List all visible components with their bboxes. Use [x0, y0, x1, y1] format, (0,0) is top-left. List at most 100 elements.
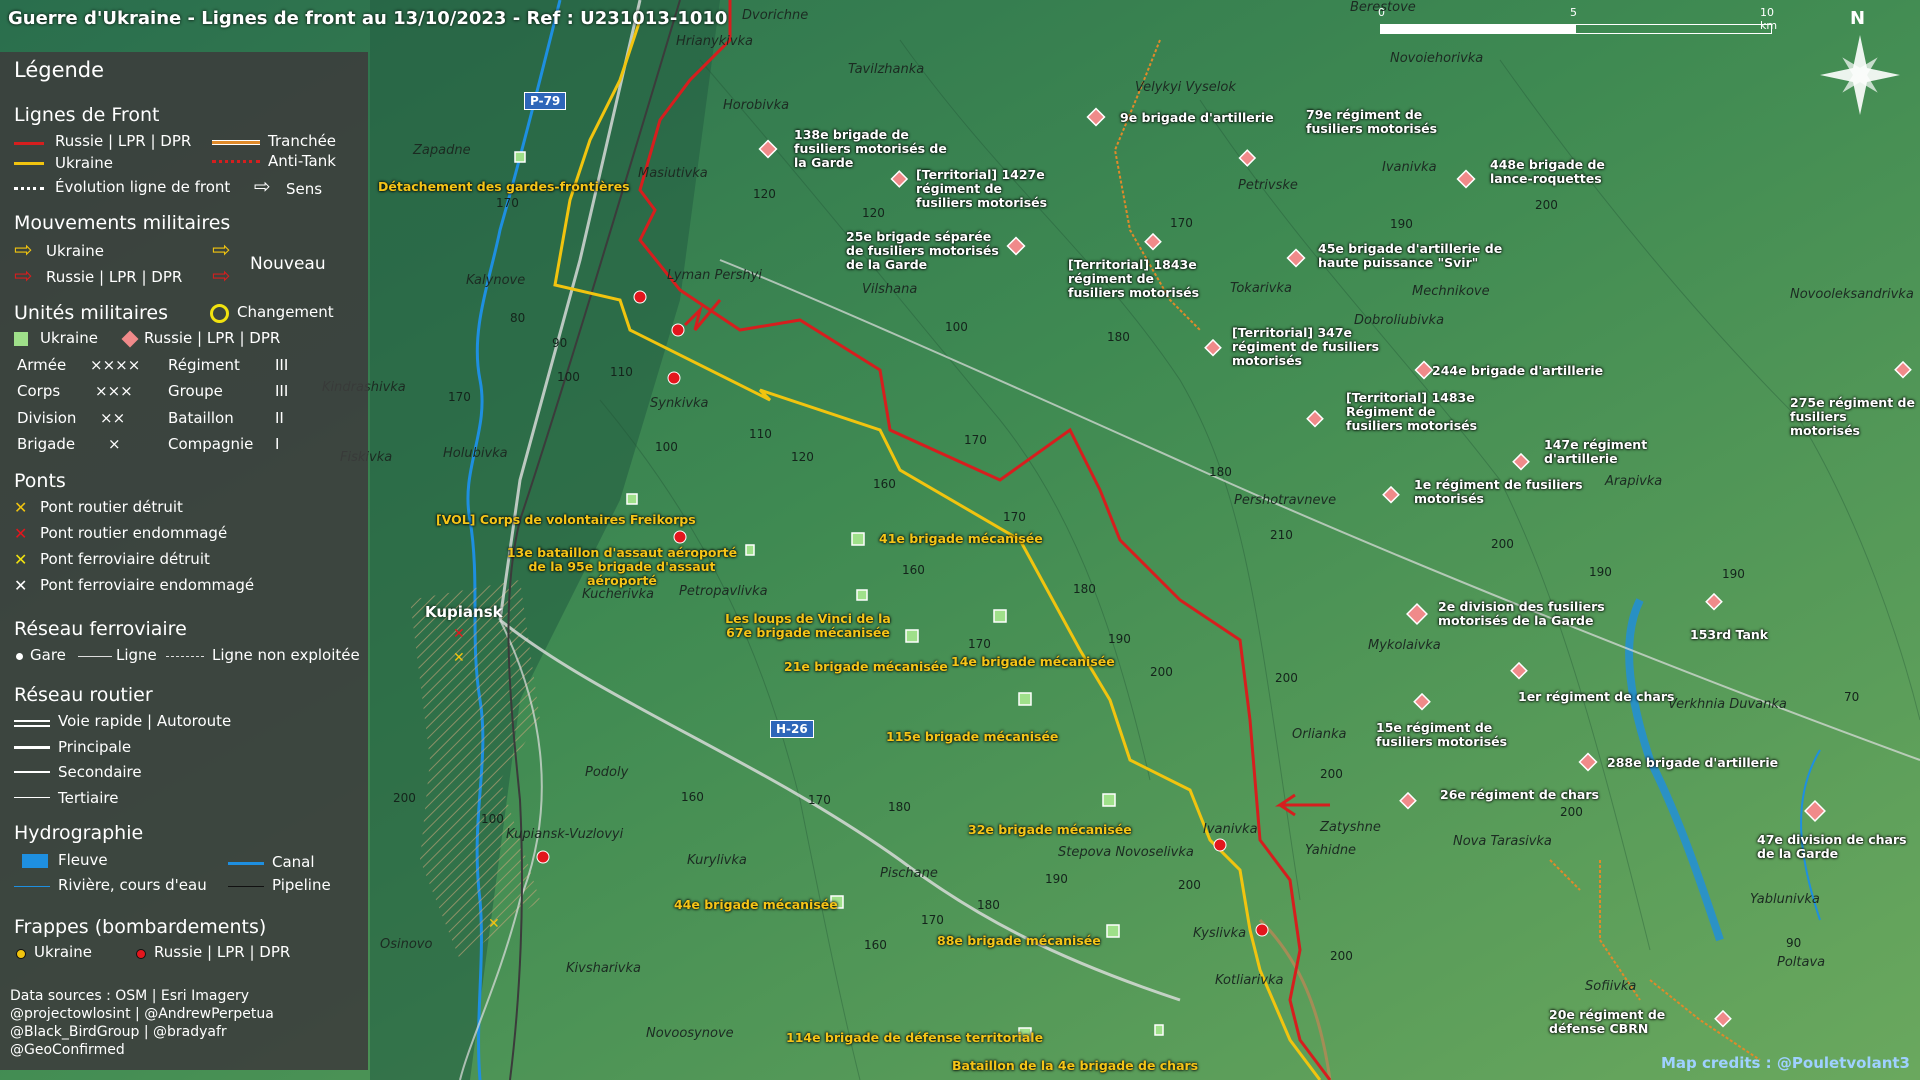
- legend-evolution-line-icon: [14, 187, 44, 190]
- unit-label-russia: 25e brigade séparée de fusiliers motoris…: [846, 229, 999, 272]
- unit-label-russia: 2e division des fusiliers motorisés de l…: [1438, 599, 1605, 628]
- russia-unit-diamond-icon: [121, 330, 139, 348]
- echelon-symbol: III: [275, 356, 289, 374]
- contour-label: 200: [1330, 949, 1353, 963]
- place-name: Kupiansk-Vuzlovyi: [506, 827, 624, 842]
- place-name: Osinovo: [380, 937, 433, 952]
- new-russia-arrow-icon: ⇨: [212, 264, 231, 289]
- contour-label: 90: [1786, 936, 1802, 950]
- legend-units-change: Changement: [237, 303, 334, 321]
- contour-label: 110: [749, 427, 772, 441]
- contour-label: 190: [1045, 872, 1068, 886]
- unit-label-ukraine: 41e brigade mécanisée: [879, 531, 1043, 546]
- contour-label: 160: [873, 477, 896, 491]
- unit-label-ukraine: 14e brigade mécanisée: [951, 654, 1115, 669]
- legend-russia-line-icon: [14, 142, 44, 145]
- place-name: Tokarivka: [1230, 281, 1292, 296]
- unit-label-ukraine: [VOL] Corps de volontaires Freikorps: [436, 512, 696, 527]
- contour-label: 200: [1320, 767, 1343, 781]
- place-name: Horobivka: [723, 98, 790, 113]
- legend-units-heading: Unités militaires: [14, 302, 169, 324]
- unit-label-russia: 138e brigade de fusiliers motorisés de l…: [794, 127, 947, 170]
- place-name: Ivanivka: [1382, 160, 1437, 175]
- legend-front-heading: Lignes de Front: [14, 104, 160, 126]
- legend-bridge-item: Pont routier détruit: [40, 498, 183, 516]
- echelon-symbol: ×××: [95, 382, 133, 400]
- place-name: Orlianka: [1292, 727, 1347, 742]
- contour-label: 120: [791, 450, 814, 464]
- contour-label: 180: [977, 898, 1000, 912]
- legend-bridge-item: Pont ferroviaire endommagé: [40, 576, 255, 594]
- legend-strikes-russia: Russie | LPR | DPR: [154, 943, 291, 961]
- legend-road-item: Principale: [58, 738, 132, 756]
- legend-hydro-pipeline: Pipeline: [272, 876, 331, 894]
- contour-label: 190: [1589, 565, 1612, 579]
- legend-hydro-canal: Canal: [272, 853, 315, 871]
- change-circle-icon: [210, 304, 229, 323]
- place-name: Verkhnia Duvanka: [1668, 697, 1787, 712]
- contour-label: 170: [1170, 216, 1193, 230]
- place-name: Ivanivka: [1203, 822, 1258, 837]
- unit-label-ukraine: 32e brigade mécanisée: [968, 822, 1132, 837]
- unit-label-russia: 1e régiment de fusiliers motorisés: [1414, 477, 1583, 506]
- legend-title: Légende: [14, 58, 105, 82]
- contour-label: 170: [964, 433, 987, 447]
- contour-label: 180: [1209, 465, 1232, 479]
- road-bridge-damaged-icon: ✕: [14, 524, 28, 543]
- unit-label-russia: 20e régiment de défense CBRN: [1549, 1007, 1666, 1036]
- contour-label: 170: [921, 913, 944, 927]
- contour-label: 80: [510, 311, 526, 325]
- contour-label: 170: [968, 637, 991, 651]
- unit-label-ukraine: 44e brigade mécanisée: [674, 897, 838, 912]
- unit-label-russia: 244e brigade d'artillerie: [1432, 363, 1604, 378]
- tertiary-road-icon: [14, 797, 50, 798]
- place-name: Yahidne: [1305, 843, 1357, 858]
- contour-label: 100: [655, 440, 678, 454]
- legend-trench-icon: [212, 140, 260, 145]
- legend-bridges-heading: Ponts: [14, 470, 66, 492]
- unit-label-russia: 288e brigade d'artillerie: [1607, 755, 1779, 770]
- legend-hydro-heading: Hydrographie: [14, 822, 144, 844]
- place-name: Podoly: [585, 765, 629, 780]
- place-name: Synkivka: [650, 396, 709, 411]
- russia-movement-arrow-icon: ⇨: [14, 264, 33, 289]
- echelon-label: Brigade: [17, 435, 76, 453]
- echelon-label: Division: [17, 409, 77, 427]
- place-name: Pershotravneve: [1234, 493, 1337, 508]
- place-name: Zatyshne: [1320, 820, 1381, 835]
- unit-label-ukraine: 115e brigade mécanisée: [886, 729, 1059, 744]
- echelon-symbol: II: [275, 409, 284, 427]
- rail-line-icon: [78, 656, 112, 657]
- legend-movement-russia: Russie | LPR | DPR: [46, 268, 183, 286]
- ukraine-unit-square-icon: [14, 332, 28, 346]
- contour-label: 170: [808, 793, 831, 807]
- unit-label-russia: [Territorial] 1483e Régiment de fusilier…: [1346, 390, 1478, 433]
- echelon-symbol: III: [275, 382, 289, 400]
- map-credits: Map credits : @Pouletvolant3: [1661, 1054, 1910, 1072]
- stream-icon: [14, 886, 50, 887]
- unit-label-ukraine: 114e brigade de défense territoriale: [786, 1030, 1044, 1045]
- place-name: Stepova Novoselivka: [1058, 845, 1194, 860]
- svg-text:✕: ✕: [453, 626, 465, 642]
- unit-label-russia: 1er régiment de chars: [1518, 689, 1675, 704]
- unit-label-russia: 448e brigade de lance-roquettes: [1490, 157, 1605, 186]
- place-name: Kurylivka: [687, 853, 747, 868]
- legend-rail-line: Ligne: [116, 646, 157, 664]
- contour-label: 200: [1178, 878, 1201, 892]
- echelon-label: Groupe: [168, 382, 223, 400]
- place-name: Arapivka: [1605, 474, 1663, 489]
- place-name: Novoosynove: [646, 1026, 734, 1041]
- place-name: Sofiivka: [1585, 979, 1637, 994]
- echelon-symbol: I: [275, 435, 280, 453]
- place-name: Tavilzhanka: [848, 62, 925, 77]
- legend-front-ukraine: Ukraine: [55, 154, 113, 172]
- contour-label: 170: [1003, 510, 1026, 524]
- place-name: Holubivka: [443, 446, 508, 461]
- contour-label: 170: [496, 196, 519, 210]
- legend-bridge-item: Pont ferroviaire détruit: [40, 550, 210, 568]
- legend-front-russia: Russie | LPR | DPR: [55, 132, 192, 150]
- contour-label: 160: [864, 938, 887, 952]
- highway-icon: [14, 720, 50, 727]
- legend-units-russia: Russie | LPR | DPR: [144, 329, 281, 347]
- sources-line: @GeoConfirmed: [10, 1042, 125, 1058]
